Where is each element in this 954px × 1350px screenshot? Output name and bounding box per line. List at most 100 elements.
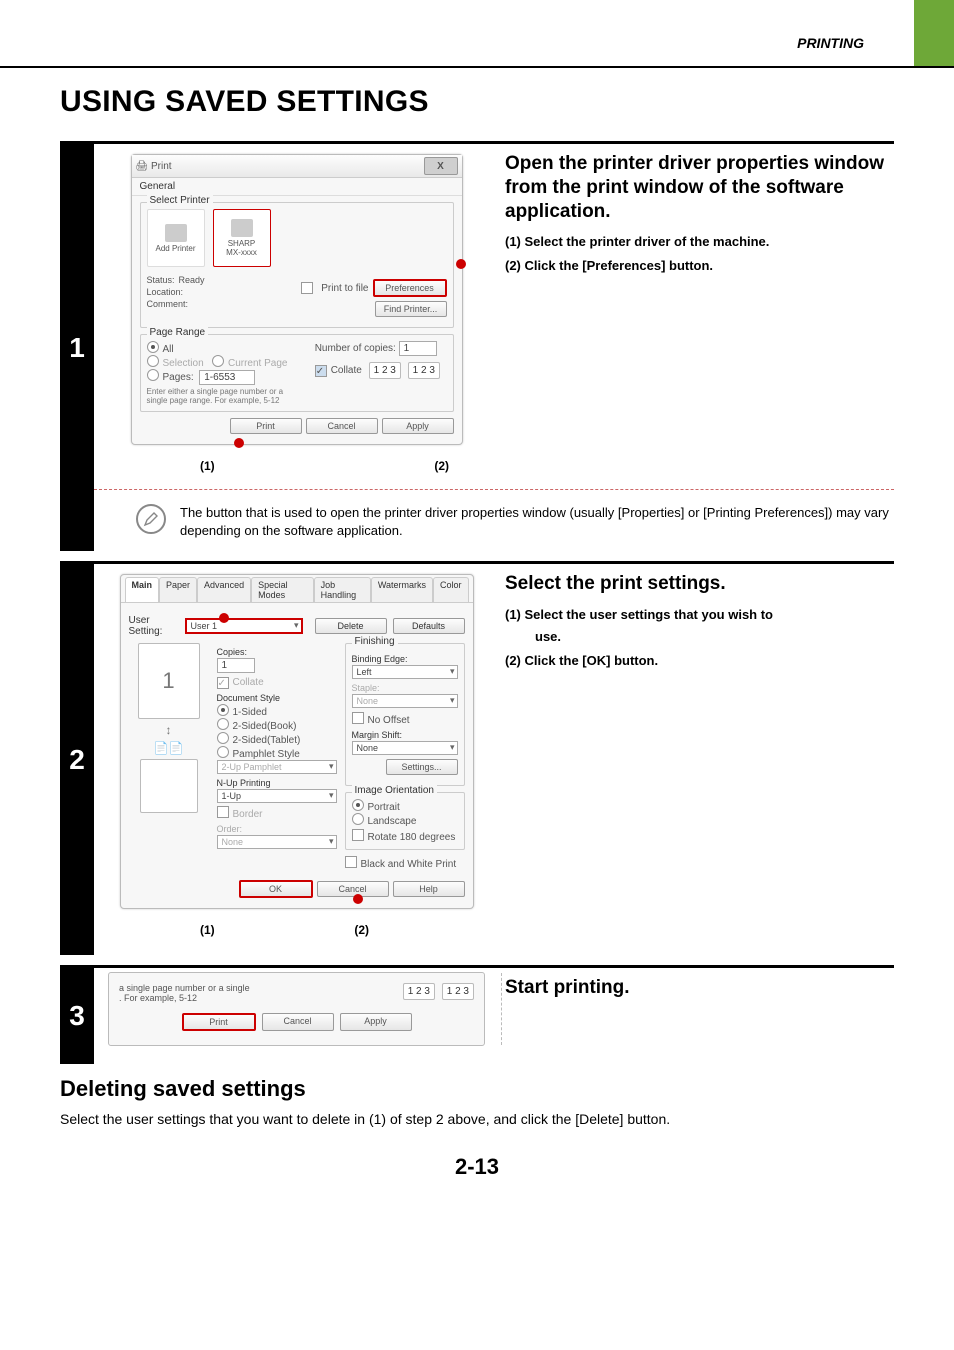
green-accent-block xyxy=(914,0,954,66)
pencil-note-icon xyxy=(136,504,166,534)
delete-button[interactable]: Delete xyxy=(315,618,387,634)
close-icon[interactable]: X xyxy=(424,157,458,175)
print-buttons-panel: a single page number or a single . For e… xyxy=(108,972,485,1046)
doc-style-label: Document Style xyxy=(217,693,337,703)
radio-selection[interactable] xyxy=(147,355,159,367)
collate-icon-b: 1 2 3 xyxy=(442,983,474,1000)
ds-2tablet[interactable] xyxy=(217,732,229,744)
step3-title: Start printing. xyxy=(505,976,894,1000)
radio-pages-label: Pages: xyxy=(163,372,194,383)
dashed-separator xyxy=(94,489,894,490)
ds-pamphlet-label: Pamphlet Style xyxy=(233,749,300,760)
cancel-button[interactable]: Cancel xyxy=(262,1013,334,1031)
prefs-dialog: Main Paper Advanced Special Modes Job Ha… xyxy=(120,574,474,909)
print-dialog: 🖨 Print X General Select Printer Add Pr xyxy=(131,154,463,445)
tab-special[interactable]: Special Modes xyxy=(251,577,314,602)
ds-2book[interactable] xyxy=(217,718,229,730)
margin-shift-label: Margin Shift: xyxy=(352,730,458,740)
preferences-button[interactable]: Preferences xyxy=(373,279,447,297)
top-rule xyxy=(0,66,954,68)
step1-sublabel-1: (1) xyxy=(200,459,215,473)
red-connector-1 xyxy=(219,613,229,623)
no-offset-label: No Offset xyxy=(368,715,410,726)
orient-portrait[interactable] xyxy=(352,799,364,811)
tab-general[interactable]: General xyxy=(132,178,462,196)
radio-current-label: Current Page xyxy=(228,358,287,369)
tab-color[interactable]: Color xyxy=(433,577,469,602)
radio-all[interactable] xyxy=(147,341,159,353)
step-1: 1 🖨 Print X General Select Printer xyxy=(60,141,894,551)
pamphlet-dropdown[interactable]: 2-Up Pamphlet xyxy=(217,760,337,774)
sharp-printer-icon[interactable]: SHARPMX-xxxx xyxy=(213,209,271,267)
orientation-icon: ↕ xyxy=(166,723,172,737)
panel-hint: a single page number or a single . For e… xyxy=(119,983,250,1003)
step2-line1: (1) Select the user settings that you wi… xyxy=(505,606,894,624)
select-printer-legend: Select Printer xyxy=(147,195,213,206)
step-number-3: 3 xyxy=(60,968,94,1064)
rotate-checkbox[interactable] xyxy=(352,829,364,841)
tab-main[interactable]: Main xyxy=(125,577,160,602)
dlg-print-button[interactable]: Print xyxy=(230,418,302,434)
print-to-file-label: Print to file xyxy=(321,283,368,294)
order-dropdown[interactable]: None xyxy=(217,835,337,849)
staple-label: Staple: xyxy=(352,683,458,693)
user-setting-dropdown[interactable]: User 1 xyxy=(185,618,303,634)
collate-label: Collate xyxy=(233,677,264,688)
defaults-button[interactable]: Defaults xyxy=(393,618,465,634)
ds-pamphlet[interactable] xyxy=(217,746,229,758)
tab-job[interactable]: Job Handling xyxy=(314,577,371,602)
red-connector-2 xyxy=(353,894,363,904)
orient-landscape-label: Landscape xyxy=(368,816,417,827)
margin-shift-dropdown[interactable]: None xyxy=(352,741,458,755)
preview-icons: 📄📄 xyxy=(154,741,184,755)
radio-current[interactable] xyxy=(212,355,224,367)
print-to-file-checkbox[interactable] xyxy=(301,282,313,294)
copies-field[interactable]: 1 xyxy=(399,341,437,356)
tab-advanced[interactable]: Advanced xyxy=(197,577,251,602)
status-label: Status: xyxy=(147,275,175,285)
apply-button[interactable]: Apply xyxy=(340,1013,412,1031)
add-printer-label: Add Printer xyxy=(155,244,195,253)
page-number: 2-13 xyxy=(60,1154,894,1180)
nup-dropdown[interactable]: 1-Up xyxy=(217,789,337,803)
border-checkbox[interactable] xyxy=(217,806,229,818)
help-button[interactable]: Help xyxy=(393,881,465,897)
find-printer-button[interactable]: Find Printer... xyxy=(375,301,447,317)
print-button[interactable]: Print xyxy=(182,1013,256,1031)
note-row: The button that is used to open the prin… xyxy=(94,490,894,551)
radio-all-label: All xyxy=(163,344,174,355)
collate-checkbox[interactable]: ✓ xyxy=(315,365,327,377)
deleting-heading: Deleting saved settings xyxy=(60,1076,894,1102)
tab-paper[interactable]: Paper xyxy=(159,577,197,602)
dlg-apply-button[interactable]: Apply xyxy=(382,418,454,434)
copies-field[interactable]: 1 xyxy=(217,658,255,673)
sharp-printer-label: SHARP xyxy=(228,239,256,248)
step-2: 2 Main Paper Advanced Special Modes Job … xyxy=(60,561,894,955)
add-printer-icon[interactable]: Add Printer xyxy=(147,209,205,267)
collate-checkbox[interactable]: ✓ xyxy=(217,677,229,689)
cancel-button[interactable]: Cancel xyxy=(317,881,389,897)
binding-edge-dropdown[interactable]: Left xyxy=(352,665,458,679)
radio-pages[interactable] xyxy=(147,369,159,381)
ok-button[interactable]: OK xyxy=(239,880,313,898)
print-dialog-title-text: Print xyxy=(151,161,172,172)
orient-landscape[interactable] xyxy=(352,813,364,825)
no-offset-checkbox[interactable] xyxy=(352,712,364,724)
pages-field[interactable]: 1-6553 xyxy=(199,370,255,385)
settings-button[interactable]: Settings... xyxy=(386,759,458,775)
step2-sublabel-1: (1) xyxy=(200,923,215,937)
tab-watermarks[interactable]: Watermarks xyxy=(371,577,433,602)
bw-checkbox[interactable] xyxy=(345,856,357,868)
comment-label: Comment: xyxy=(147,299,189,309)
note-text: The button that is used to open the prin… xyxy=(180,504,890,539)
orient-portrait-label: Portrait xyxy=(368,802,400,813)
staple-dropdown[interactable]: None xyxy=(352,694,458,708)
ds-1sided-label: 1-Sided xyxy=(233,707,267,718)
ds-1sided[interactable] xyxy=(217,704,229,716)
printer-glyph xyxy=(165,224,187,242)
image-orientation-legend: Image Orientation xyxy=(352,785,438,796)
deleting-text: Select the user settings that you want t… xyxy=(60,1110,894,1128)
printer-glyph xyxy=(231,219,253,237)
dlg-cancel-button[interactable]: Cancel xyxy=(306,418,378,434)
sharp-printer-sub: MX-xxxx xyxy=(226,248,257,257)
